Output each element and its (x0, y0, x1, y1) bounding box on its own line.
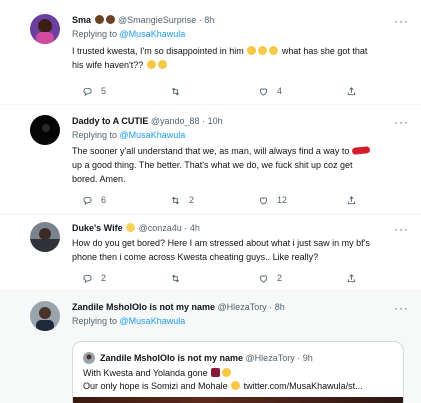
username[interactable]: @yando_88 (151, 116, 200, 126)
tweet-text: How do you get bored? Here I am stressed… (72, 238, 370, 248)
retweet-button[interactable] (170, 84, 189, 98)
like-button[interactable]: 2 (258, 271, 282, 285)
username[interactable]: @SmangieSurprise (118, 15, 196, 25)
tweet-dukes-wife[interactable]: Duke's Wife @conza4u · 4h ··· How do you… (0, 215, 421, 291)
reply-count: 2 (101, 273, 107, 283)
redaction-scribble (351, 146, 371, 155)
tweet-header: Duke's Wife @conza4u · 4h (72, 223, 200, 233)
replying-to: Replying to @MusaKhawula (72, 130, 186, 140)
more-icon[interactable]: ··· (394, 302, 409, 314)
display-name[interactable]: Duke's Wife (72, 223, 123, 233)
quote-link[interactable]: twitter.com/MusaKhawula/st... (244, 381, 363, 391)
username: @HlezaTory (245, 353, 295, 363)
like-count: 12 (277, 195, 288, 205)
quote-text: With Kwesta and Yolanda gone (83, 367, 232, 379)
confused-emoji-icon (269, 46, 279, 55)
share-button[interactable] (346, 271, 357, 285)
tweet-text: The sooner y'all understand that we, as … (72, 145, 371, 157)
grimace-emoji-icon (231, 381, 241, 390)
like-button[interactable]: 12 (258, 193, 287, 207)
like-count: 2 (277, 273, 283, 283)
sad-emoji-icon (247, 46, 257, 55)
tweet-text: his wife haven't?? (72, 59, 168, 71)
tweet-actions: 6 2 12 (72, 193, 372, 207)
like-button[interactable]: 4 (258, 84, 282, 98)
avatar[interactable] (30, 222, 60, 252)
timestamp[interactable]: 10h (208, 116, 223, 126)
like-icon (259, 87, 268, 96)
replying-to: Replying to @MusaKhawula (72, 29, 186, 39)
reply-button[interactable]: 5 (82, 84, 106, 98)
coffee-emoji-icon (94, 15, 104, 24)
quoted-tweet[interactable]: Zandile MsholOlo is not my name @HlezaTo… (72, 341, 404, 403)
display-name[interactable]: Daddy to A CUTIE (72, 116, 148, 126)
reply-button[interactable]: 2 (82, 271, 106, 285)
broken-heart-emoji-icon (211, 368, 221, 377)
tweet-text: I trusted kwesta, I'm so disappointed in… (72, 46, 368, 56)
reply-icon (83, 196, 92, 205)
quote-header: Zandile MsholOlo is not my name @HlezaTo… (100, 353, 313, 363)
tweet-daddy[interactable]: Daddy to A CUTIE @yando_88 · 10h ··· Rep… (0, 105, 421, 215)
heart-eyes-emoji-icon (126, 223, 136, 232)
timestamp[interactable]: 8h (275, 302, 285, 312)
quote-media-image[interactable] (73, 397, 403, 403)
tweet-header: Sma @SmangieSurprise · 8h (72, 15, 215, 25)
coffee-emoji-icon (105, 15, 115, 24)
like-icon (259, 196, 268, 205)
tweet-text: up a good thing. The better. That's what… (72, 160, 353, 170)
mention-link[interactable]: @MusaKhawula (120, 130, 186, 140)
crying-emoji-icon (222, 368, 232, 377)
mention-link[interactable]: @MusaKhawula (120, 29, 186, 39)
avatar[interactable] (83, 352, 95, 364)
retweet-button[interactable]: 2 (170, 193, 194, 207)
confused-emoji-icon (258, 46, 268, 55)
share-icon (347, 86, 356, 95)
display-name[interactable]: Zandile MsholOlo is not my name (72, 302, 215, 312)
reply-count: 5 (101, 86, 107, 96)
share-button[interactable] (346, 193, 357, 207)
retweet-icon (171, 196, 180, 204)
tweet-header: Zandile MsholOlo is not my name @HlezaTo… (72, 302, 285, 312)
timestamp: 9h (302, 353, 313, 363)
tweet-header: Daddy to A CUTIE @yando_88 · 10h (72, 116, 223, 126)
display-name: Zandile MsholOlo is not my name (100, 353, 244, 363)
more-icon[interactable]: ··· (394, 223, 409, 235)
tweet-actions: 2 2 (72, 271, 372, 285)
retweet-button[interactable] (170, 271, 189, 285)
more-icon[interactable]: ··· (394, 116, 409, 128)
tweet-feed: Sma @SmangieSurprise · 8h ··· Replying t… (0, 0, 421, 403)
avatar[interactable] (30, 14, 60, 44)
display-name[interactable]: Sma (72, 15, 91, 25)
like-icon (259, 274, 268, 283)
share-icon (347, 273, 356, 282)
timestamp[interactable]: 4h (190, 223, 200, 233)
username[interactable]: @conza4u (139, 223, 182, 233)
more-icon[interactable]: ··· (394, 15, 409, 27)
like-count: 4 (277, 86, 283, 96)
replying-to: Replying to @MusaKhawula (72, 316, 186, 326)
avatar[interactable] (30, 301, 60, 331)
tweet-text: phone then i come across Kwesta cheating… (72, 252, 319, 262)
reply-button[interactable]: 6 (82, 193, 106, 207)
tweet-actions: 5 4 (72, 84, 372, 98)
mention-link[interactable]: @MusaKhawula (120, 316, 186, 326)
quote-text: Our only hope is Somizi and Mohale twitt… (83, 381, 363, 391)
retweet-icon (171, 274, 180, 282)
tweet-text: bored. Amen. (72, 174, 126, 184)
tweet-sma[interactable]: Sma @SmangieSurprise · 8h ··· Replying t… (0, 0, 421, 105)
retweet-count: 2 (189, 195, 195, 205)
rolling-eyes-emoji-icon (146, 60, 156, 69)
timestamp[interactable]: 8h (204, 15, 214, 25)
reply-icon (83, 87, 92, 96)
username[interactable]: @HlezaTory (218, 302, 267, 312)
reply-count: 6 (101, 195, 107, 205)
share-icon (347, 195, 356, 204)
avatar[interactable] (30, 115, 60, 145)
rolling-eyes-emoji-icon (157, 60, 167, 69)
retweet-icon (171, 87, 180, 95)
reply-icon (83, 274, 92, 283)
share-button[interactable] (346, 84, 357, 98)
